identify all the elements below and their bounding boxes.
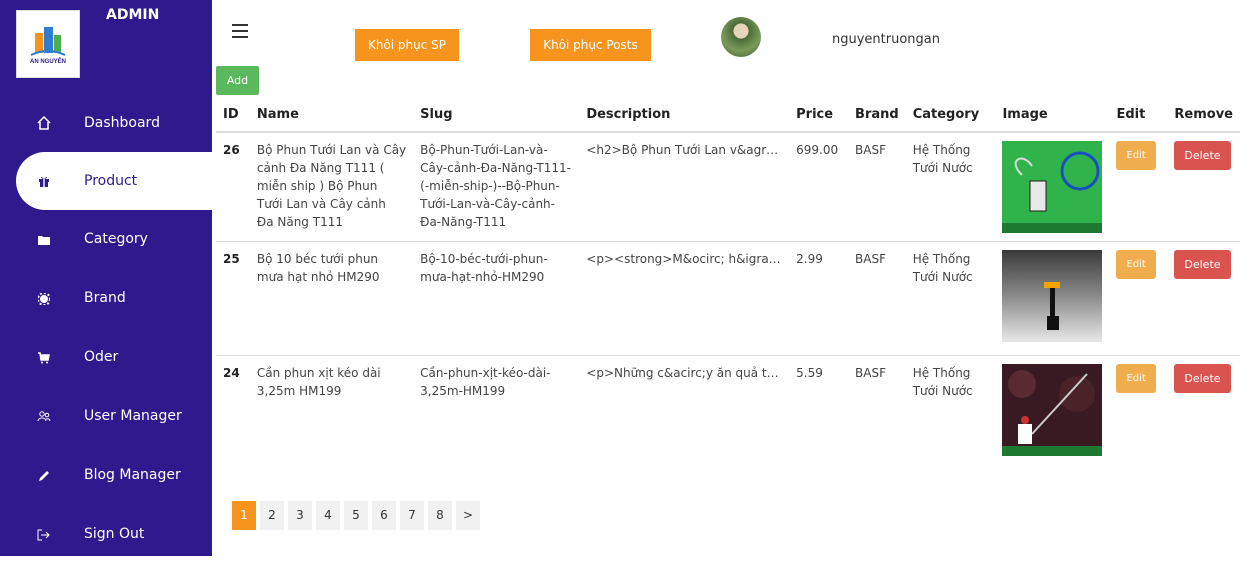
row-id: 25 (216, 241, 250, 356)
page-6[interactable]: 6 (372, 501, 396, 530)
gift-icon (36, 173, 52, 189)
page-1[interactable]: 1 (232, 501, 256, 530)
sign-out-icon (36, 527, 52, 543)
row-name: Cần phun xịt kéo dài 3,25m HM199 (249, 355, 414, 464)
restore-products-button[interactable]: Khôi phục SP (355, 29, 459, 61)
edit-button[interactable]: Edit (1116, 141, 1156, 170)
row-description: <p><strong>M&ocirc; h&igra… (579, 241, 790, 356)
sidebar-item-label: Sign Out (84, 526, 145, 542)
table-row: 24 Cần phun xịt kéo dài 3,25m HM199 Cần-… (216, 355, 1240, 464)
sidebar-item-brand[interactable]: Brand (0, 270, 212, 328)
product-image (1002, 141, 1103, 233)
row-category: Hệ Thống Tưới Nước (905, 241, 996, 356)
delete-button[interactable]: Delete (1174, 364, 1231, 393)
column-header-slug: Slug (413, 97, 580, 133)
row-slug: Cần-phun-xịt-kéo-dài-3,25m-HM199 (413, 355, 580, 464)
column-header-edit: Edit (1109, 97, 1168, 133)
pencil-icon (36, 468, 52, 484)
edit-button[interactable]: Edit (1116, 364, 1156, 393)
sidebar-item-label: Category (84, 231, 148, 247)
row-brand: BASF (848, 241, 906, 356)
row-description: <p>Những c&acirc;y ăn quả t… (579, 355, 790, 464)
restore-posts-button[interactable]: Khôi phục Posts (530, 29, 651, 61)
sidebar-item-label: Product (84, 173, 138, 189)
sidebar-item-label: User Manager (84, 408, 182, 424)
logo[interactable]: AN NGUYÊN (16, 10, 80, 78)
sidebar-item-dashboard[interactable]: Dashboard (0, 94, 212, 152)
sidebar-item-category[interactable]: Category (0, 211, 212, 269)
admin-label: ADMIN (106, 7, 160, 23)
table-row: 26 Bộ Phun Tưới Lan và Cây cảnh Đa Năng … (216, 131, 1240, 242)
row-description: <h2>Bộ Phun Tưới Lan v&agr… (579, 131, 790, 242)
row-name: Bộ 10 béc tưới phun mưa hạt nhỏ HM290 (249, 241, 414, 356)
row-slug: Bộ-Phun-Tưới-Lan-và-Cây-cảnh-Đa-Năng-T11… (413, 131, 580, 242)
add-button[interactable]: Add (216, 66, 259, 95)
sidebar-item-user-manager[interactable]: User Manager (0, 388, 212, 446)
menu-toggle-icon[interactable] (232, 24, 248, 38)
row-price: 699.00 (789, 131, 849, 242)
pagination: 1 2 3 4 5 6 7 8 > (232, 501, 480, 530)
row-id: 24 (216, 355, 250, 464)
column-header-remove: Remove (1167, 97, 1240, 133)
row-category: Hệ Thống Tưới Nước (905, 131, 996, 242)
column-header-price: Price (789, 97, 849, 133)
row-category: Hệ Thống Tưới Nước (905, 355, 996, 464)
row-id: 26 (216, 131, 250, 242)
page-4[interactable]: 4 (316, 501, 340, 530)
row-name: Bộ Phun Tưới Lan và Cây cảnh Đa Năng T11… (249, 131, 414, 242)
username: nguyentruongan (832, 32, 940, 47)
page-next[interactable]: > (456, 501, 480, 530)
gear-icon (36, 291, 52, 307)
row-brand: BASF (848, 355, 906, 464)
sidebar-item-label: Blog Manager (84, 467, 181, 483)
table-row: 25 Bộ 10 béc tưới phun mưa hạt nhỏ HM290… (216, 241, 1240, 356)
delete-button[interactable]: Delete (1174, 250, 1231, 279)
avatar[interactable] (721, 17, 761, 57)
sidebar-item-product[interactable]: Product (16, 152, 212, 210)
column-header-id: ID (216, 97, 250, 133)
logo-text: AN NGUYÊN (30, 57, 66, 65)
folder-icon (36, 232, 52, 248)
page-5[interactable]: 5 (344, 501, 368, 530)
product-image (1002, 250, 1103, 342)
sidebar-item-blog-manager[interactable]: Blog Manager (0, 447, 212, 505)
page-2[interactable]: 2 (260, 501, 284, 530)
row-price: 5.59 (789, 355, 849, 464)
page-8[interactable]: 8 (428, 501, 452, 530)
page-3[interactable]: 3 (288, 501, 312, 530)
sidebar-item-sign-out[interactable]: Sign Out (0, 506, 212, 564)
row-brand: BASF (848, 131, 906, 242)
sidebar-item-label: Brand (84, 290, 126, 306)
sidebar-item-label: Dashboard (84, 115, 160, 131)
column-header-brand: Brand (848, 97, 906, 133)
sidebar: AN NGUYÊN ADMIN Dashboard Product Catego… (0, 0, 212, 556)
column-header-name: Name (249, 97, 414, 133)
home-icon (36, 115, 52, 131)
logo-icon: AN NGUYÊN (30, 27, 66, 65)
page-7[interactable]: 7 (400, 501, 424, 530)
column-header-image: Image (995, 97, 1110, 133)
edit-button[interactable]: Edit (1116, 250, 1156, 279)
cart-icon (36, 350, 52, 366)
row-slug: Bộ-10-béc-tưới-phun-mưa-hạt-nhỏ-HM290 (413, 241, 580, 356)
row-price: 2.99 (789, 241, 849, 356)
products-table: ID Name Slug Description Price Brand Cat… (216, 97, 1240, 464)
product-image (1002, 364, 1103, 456)
column-header-category: Category (905, 97, 996, 133)
users-icon (36, 409, 52, 425)
delete-button[interactable]: Delete (1174, 141, 1231, 170)
sidebar-item-label: Oder (84, 349, 119, 365)
sidebar-item-oder[interactable]: Oder (0, 329, 212, 387)
column-header-description: Description (579, 97, 790, 133)
